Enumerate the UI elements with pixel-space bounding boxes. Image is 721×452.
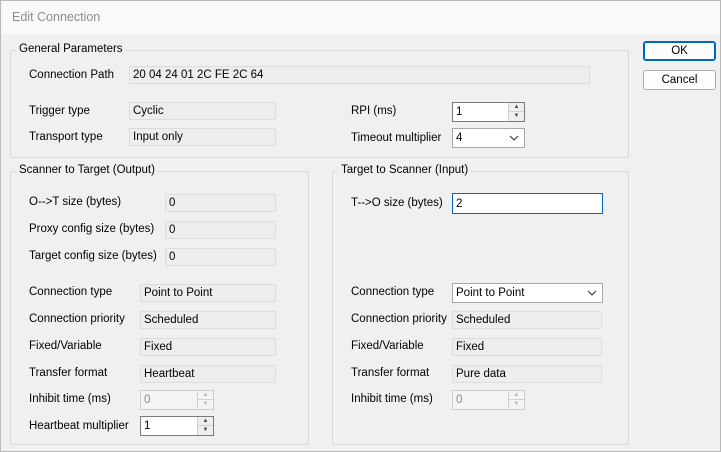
trigger-type-label: Trigger type: [29, 105, 90, 117]
target-config-size-field: 0: [165, 248, 276, 266]
to-size-input[interactable]: [453, 194, 602, 213]
rpi-up-arrow-icon[interactable]: ▲: [509, 103, 524, 112]
input-inhibit-up-arrow-icon: ▲: [509, 391, 524, 400]
input-inhibit-time-label: Inhibit time (ms): [351, 393, 433, 405]
input-connection-priority-label: Connection priority: [351, 313, 447, 325]
output-connection-type-field: Point to Point: [140, 284, 276, 302]
transport-type-field: Input only: [129, 128, 276, 146]
heartbeat-spinner-arrows: ▲ ▼: [197, 417, 213, 435]
to-size-field[interactable]: [452, 193, 603, 214]
connection-path-label: Connection Path: [29, 69, 115, 81]
output-inhibit-spinner-arrows: ▲ ▼: [197, 391, 213, 409]
proxy-config-size-field: 0: [165, 221, 276, 239]
edit-connection-dialog: Edit Connection OK Cancel General Parame…: [0, 0, 721, 452]
title-bar: Edit Connection: [1, 1, 720, 34]
output-inhibit-time-label: Inhibit time (ms): [29, 393, 111, 405]
output-connection-priority-field: Scheduled: [140, 311, 276, 329]
heartbeat-multiplier-input[interactable]: [141, 417, 197, 435]
timeout-multiplier-select[interactable]: 4: [452, 128, 525, 148]
output-transfer-format-field: Heartbeat: [140, 365, 276, 383]
to-size-label: T-->O size (bytes): [351, 197, 443, 209]
input-connection-type-select[interactable]: Point to Point: [452, 283, 603, 303]
transport-type-label: Transport type: [29, 131, 103, 143]
trigger-type-field: Cyclic: [129, 102, 276, 120]
output-connection-type-label: Connection type: [29, 286, 113, 298]
output-inhibit-time-input: [141, 391, 197, 409]
proxy-config-size-label: Proxy config size (bytes): [29, 223, 155, 235]
target-config-size-label: Target config size (bytes): [29, 250, 157, 262]
input-transfer-format-field: Pure data: [452, 365, 602, 383]
input-connection-type-value: Point to Point: [456, 287, 525, 299]
rpi-spinner[interactable]: ▲ ▼: [452, 102, 525, 122]
input-group-legend: Target to Scanner (Input): [338, 164, 472, 176]
input-inhibit-down-arrow-icon: ▼: [509, 400, 524, 409]
timeout-multiplier-value: 4: [456, 132, 463, 144]
connection-path-field: 20 04 24 01 2C FE 2C 64: [129, 66, 590, 84]
input-transfer-format-label: Transfer format: [351, 367, 430, 379]
heartbeat-up-arrow-icon[interactable]: ▲: [198, 417, 213, 426]
input-inhibit-spinner-arrows: ▲ ▼: [508, 391, 524, 409]
output-inhibit-up-arrow-icon: ▲: [198, 391, 213, 400]
heartbeat-down-arrow-icon[interactable]: ▼: [198, 426, 213, 435]
chevron-down-icon: [509, 135, 519, 141]
ok-button[interactable]: OK: [643, 41, 716, 61]
input-fixed-variable-label: Fixed/Variable: [351, 340, 424, 352]
input-inhibit-time-input: [453, 391, 508, 409]
timeout-multiplier-label: Timeout multiplier: [351, 132, 442, 144]
output-connection-priority-label: Connection priority: [29, 313, 125, 325]
input-connection-priority-field: Scheduled: [452, 311, 602, 329]
output-group-legend: Scanner to Target (Output): [16, 164, 158, 176]
rpi-label: RPI (ms): [351, 105, 397, 117]
window-title: Edit Connection: [12, 10, 101, 24]
general-parameters-legend: General Parameters: [16, 43, 126, 55]
input-fixed-variable-field: Fixed: [452, 338, 602, 356]
ot-size-field: 0: [165, 194, 276, 212]
ot-size-label: O-->T size (bytes): [29, 196, 122, 208]
output-inhibit-down-arrow-icon: ▼: [198, 400, 213, 409]
input-inhibit-time-spinner: ▲ ▼: [452, 390, 525, 410]
output-transfer-format-label: Transfer format: [29, 367, 108, 379]
rpi-input[interactable]: [453, 103, 508, 121]
output-inhibit-time-spinner: ▲ ▼: [140, 390, 214, 410]
chevron-down-icon: [587, 290, 597, 296]
rpi-spinner-arrows: ▲ ▼: [508, 103, 524, 121]
input-connection-type-label: Connection type: [351, 286, 435, 298]
cancel-button[interactable]: Cancel: [643, 70, 716, 90]
output-fixed-variable-label: Fixed/Variable: [29, 340, 102, 352]
heartbeat-multiplier-spinner[interactable]: ▲ ▼: [140, 416, 214, 436]
output-fixed-variable-field: Fixed: [140, 338, 276, 356]
heartbeat-multiplier-label: Heartbeat multiplier: [29, 420, 129, 432]
rpi-down-arrow-icon[interactable]: ▼: [509, 112, 524, 121]
